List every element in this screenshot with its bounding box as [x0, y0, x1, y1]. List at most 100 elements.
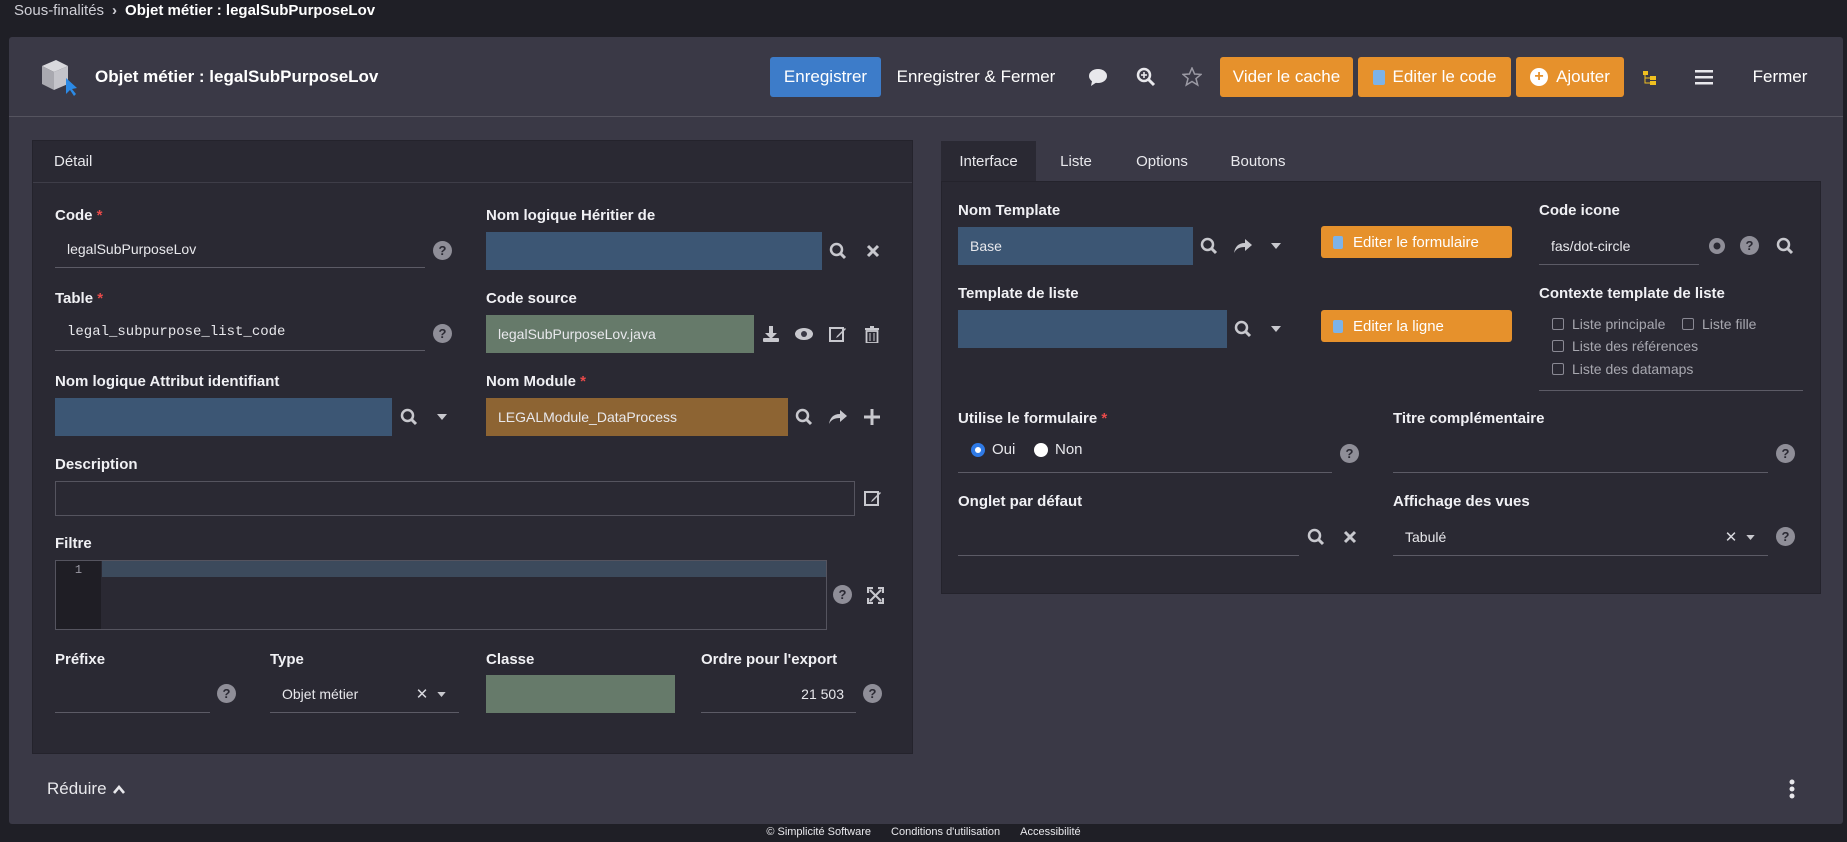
radio-non[interactable]: Non	[1034, 441, 1083, 458]
help-icon[interactable]: ?	[863, 684, 882, 703]
help-icon[interactable]: ?	[1740, 236, 1759, 255]
divider	[1539, 390, 1803, 391]
tab-interface[interactable]: Interface	[941, 141, 1036, 181]
views-display-select[interactable]: Tabulé	[1393, 518, 1768, 556]
expand-icon[interactable]	[864, 584, 886, 606]
divider	[958, 472, 1332, 473]
comment-icon[interactable]	[1086, 66, 1110, 88]
views-display-label: Affichage des vues	[1393, 493, 1530, 510]
edit-icon[interactable]	[862, 487, 884, 509]
inherit-label: Nom logique Héritier de	[486, 207, 656, 224]
trash-icon[interactable]	[861, 323, 883, 345]
help-icon[interactable]: ?	[833, 585, 852, 604]
icon-code-field[interactable]: fas/dot-circle	[1539, 227, 1699, 265]
export-order-label: Ordre pour l'export	[701, 651, 838, 668]
clear-icon[interactable]	[1339, 526, 1361, 548]
clear-cache-button[interactable]: Vider le cache	[1220, 57, 1353, 97]
edit-code-label: Editer le code	[1392, 67, 1497, 86]
help-icon[interactable]: ?	[1340, 444, 1359, 463]
edit-line-button[interactable]: Editer la ligne	[1321, 310, 1512, 342]
zoom-search-icon[interactable]	[1134, 66, 1158, 88]
save-button[interactable]: Enregistrer	[770, 57, 881, 97]
caret-down-icon[interactable]	[432, 406, 452, 428]
footer-copyright[interactable]: © Simplicité Software	[766, 826, 871, 838]
tab-options[interactable]: Options	[1116, 141, 1208, 181]
footer-accessibility-link[interactable]: Accessibilité	[1020, 826, 1081, 838]
extra-title-field[interactable]	[1393, 435, 1768, 473]
checkbox-main-list[interactable]: Liste principale	[1552, 316, 1665, 332]
code-label: Code *	[55, 207, 103, 224]
code-field[interactable]: legalSubPurposeLov	[55, 230, 425, 268]
checkbox-child-list[interactable]: Liste fille	[1682, 316, 1756, 332]
caret-down-icon[interactable]	[1266, 235, 1286, 257]
default-tab-field[interactable]	[958, 518, 1299, 556]
caret-down-icon[interactable]	[434, 685, 448, 703]
footer-terms-link[interactable]: Conditions d'utilisation	[891, 826, 1000, 838]
clear-icon[interactable]: ✕	[1724, 528, 1738, 546]
menu-icon[interactable]	[1692, 66, 1716, 88]
module-field[interactable]: LEGALModule_DataProcess	[486, 398, 788, 436]
collapse-button[interactable]: Réduire	[47, 779, 125, 799]
download-icon[interactable]	[760, 323, 782, 345]
caret-down-icon[interactable]	[1266, 318, 1286, 340]
class-field[interactable]	[486, 675, 675, 713]
tab-boutons[interactable]: Boutons	[1210, 141, 1306, 181]
search-icon[interactable]	[793, 406, 815, 428]
help-icon[interactable]: ?	[1776, 527, 1795, 546]
filter-label: Filtre	[55, 535, 92, 552]
edit-icon[interactable]	[827, 323, 849, 345]
search-icon[interactable]	[827, 240, 849, 262]
default-tab-label: Onglet par défaut	[958, 493, 1083, 510]
search-icon[interactable]	[1198, 235, 1220, 257]
plus-circle-icon: +	[1530, 68, 1549, 86]
save-close-button[interactable]: Enregistrer & Fermer	[890, 57, 1062, 97]
type-select[interactable]: Objet métier	[270, 675, 459, 713]
radio-oui[interactable]: Oui	[971, 441, 1015, 458]
share-icon[interactable]	[827, 406, 849, 428]
search-icon[interactable]	[1232, 318, 1254, 340]
filter-line-number: 1	[56, 561, 101, 629]
tree-icon[interactable]	[1640, 68, 1660, 88]
clear-icon[interactable]: ✕	[415, 685, 429, 703]
breadcrumb-parent[interactable]: Sous-finalités	[14, 2, 104, 19]
collapse-label: Réduire	[47, 779, 107, 798]
footer: © Simplicité Software Conditions d'utili…	[0, 826, 1847, 838]
checkbox-references-list[interactable]: Liste des références	[1552, 338, 1698, 354]
eye-icon[interactable]	[793, 323, 815, 345]
share-icon[interactable]	[1232, 235, 1254, 257]
inherit-field[interactable]	[486, 232, 822, 270]
caret-down-icon[interactable]	[1743, 528, 1757, 546]
search-icon[interactable]	[398, 406, 420, 428]
help-icon[interactable]: ?	[1776, 444, 1795, 463]
add-button[interactable]: + Ajouter	[1516, 57, 1624, 97]
checkbox-datamaps-list[interactable]: Liste des datamaps	[1552, 361, 1693, 377]
clear-icon[interactable]	[862, 240, 884, 262]
edit-form-label: Editer le formulaire	[1353, 233, 1479, 251]
export-order-field[interactable]: 21 503	[701, 675, 856, 713]
filter-editor[interactable]: 1	[55, 560, 827, 630]
help-icon[interactable]: ?	[433, 324, 452, 343]
list-template-field[interactable]	[958, 310, 1227, 348]
template-field[interactable]: Base	[958, 227, 1193, 265]
source-field[interactable]: legalSubPurposeLov.java	[486, 315, 754, 353]
id-attr-field[interactable]	[55, 398, 392, 436]
header-divider	[9, 116, 1843, 117]
use-form-label: Utilise le formulaire *	[958, 410, 1108, 427]
star-icon[interactable]	[1180, 66, 1204, 88]
chevron-right-icon: ›	[112, 2, 118, 19]
table-field[interactable]: legal_subpurpose_list_code	[55, 313, 425, 351]
help-icon[interactable]: ?	[433, 241, 452, 260]
help-icon[interactable]: ?	[217, 684, 236, 703]
search-icon[interactable]	[1305, 526, 1327, 548]
more-vertical-icon[interactable]	[1784, 778, 1800, 800]
plus-icon[interactable]	[861, 406, 883, 428]
tab-liste[interactable]: Liste	[1038, 141, 1114, 181]
edit-form-button[interactable]: Editer le formulaire	[1321, 226, 1512, 258]
description-field[interactable]	[55, 481, 855, 516]
edit-code-button[interactable]: Editer le code	[1358, 57, 1511, 97]
prefix-label: Préfixe	[55, 651, 106, 668]
detail-heading: Détail	[33, 141, 912, 183]
prefix-field[interactable]	[55, 675, 210, 713]
close-button[interactable]: Fermer	[1740, 57, 1820, 97]
search-icon[interactable]	[1774, 235, 1796, 257]
